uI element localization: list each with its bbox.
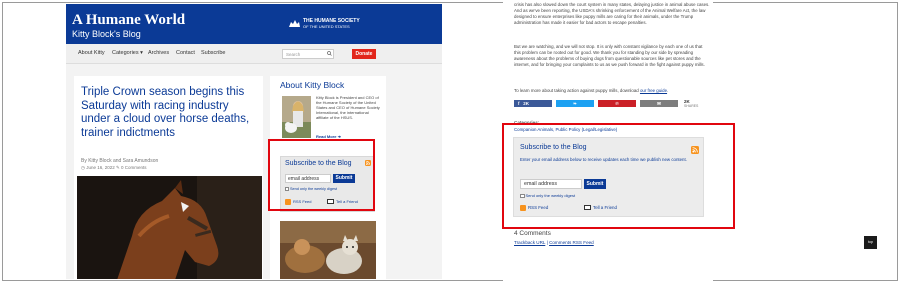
nav-item-subscribe[interactable]: Subscribe [201, 50, 225, 56]
twitter-share-button[interactable]: ❧ [556, 100, 594, 107]
comment-icon: ✎ [116, 165, 120, 170]
blog-homepage-view: A Humane World Kitty Block's Blog THE HU… [66, 4, 442, 279]
search-icon[interactable] [327, 51, 332, 56]
article-title-link[interactable]: Triple Crown season begins this Saturday… [81, 86, 261, 140]
author-bio: Kitty Block is President and CEO of the … [316, 95, 380, 120]
post-paragraph-text: To learn more about taking action agains… [514, 88, 640, 93]
nav-item-archives[interactable]: Archives [148, 50, 169, 56]
facebook-share-button[interactable]: f 2K [514, 100, 552, 107]
article-date: June 16, 2022 [86, 165, 115, 170]
pinterest-icon: ℗ [615, 101, 619, 106]
kitty-block-photo [282, 96, 311, 138]
about-heading: About Kitty Block [280, 80, 345, 90]
nav-item-contact[interactable]: Contact [176, 50, 195, 56]
free-guide-link[interactable]: our free guide [640, 88, 667, 93]
article-meta: ◷ June 16, 2022 ✎ 0 Comments [81, 165, 147, 171]
post-paragraph-end: . [667, 88, 669, 93]
share-total-label: SHARES [684, 104, 699, 108]
post-paragraph: crisis has also slowed down the court sy… [514, 2, 710, 26]
donate-button[interactable]: Donate [352, 49, 376, 59]
share-bar: f 2K ❧ ℗ ✉ 2K SHARES [514, 99, 704, 109]
article-comments-count[interactable]: 0 Comments [121, 165, 147, 170]
nav-item-categories[interactable]: Categories ▾ [112, 50, 143, 56]
email-share-button[interactable]: ✉ [640, 100, 678, 107]
facebook-share-count: 2K [523, 101, 530, 106]
main-nav: About Kitty Categories ▾ Archives Contac… [66, 44, 442, 64]
featured-article-card: Triple Crown season begins this Saturday… [74, 76, 263, 279]
article-byline: By Kitty Block and Sara Amundson [81, 158, 159, 164]
comments-heading: 4 Comments [514, 230, 551, 237]
comments-rss-link[interactable]: Comments RSS Feed [549, 240, 594, 245]
highlight-box-post-subscribe [502, 123, 735, 229]
comments-links: Trackback URL | Comments RSS Feed [514, 240, 594, 245]
nav-item-about-kitty[interactable]: About Kitty [78, 50, 105, 56]
site-subtitle: Kitty Block's Blog [72, 29, 141, 39]
hsus-logo-line2: OF THE UNITED STATES [303, 24, 350, 29]
site-title[interactable]: A Humane World [72, 12, 185, 28]
horse-photo[interactable] [77, 176, 262, 279]
hsus-logo[interactable]: THE HUMANE SOCIETY OF THE UNITED STATES [288, 17, 368, 31]
trackback-url-link[interactable]: Trackback URL [514, 240, 545, 245]
hsus-emblem-icon [289, 20, 300, 27]
facebook-icon: f [518, 101, 520, 106]
clock-icon: ◷ [81, 165, 85, 170]
post-paragraph: But we are watching, and we will not sto… [514, 44, 705, 68]
highlight-box-sidebar-subscribe [268, 139, 375, 211]
twitter-icon: ❧ [573, 101, 577, 106]
back-to-top-button[interactable]: top [864, 236, 877, 249]
pinterest-share-button[interactable]: ℗ [598, 100, 636, 107]
post-paragraph: To learn more about taking action agains… [514, 88, 710, 94]
email-icon: ✉ [657, 101, 661, 106]
pets-photo[interactable] [280, 221, 376, 279]
site-header-banner: A Humane World Kitty Block's Blog THE HU… [66, 4, 442, 44]
